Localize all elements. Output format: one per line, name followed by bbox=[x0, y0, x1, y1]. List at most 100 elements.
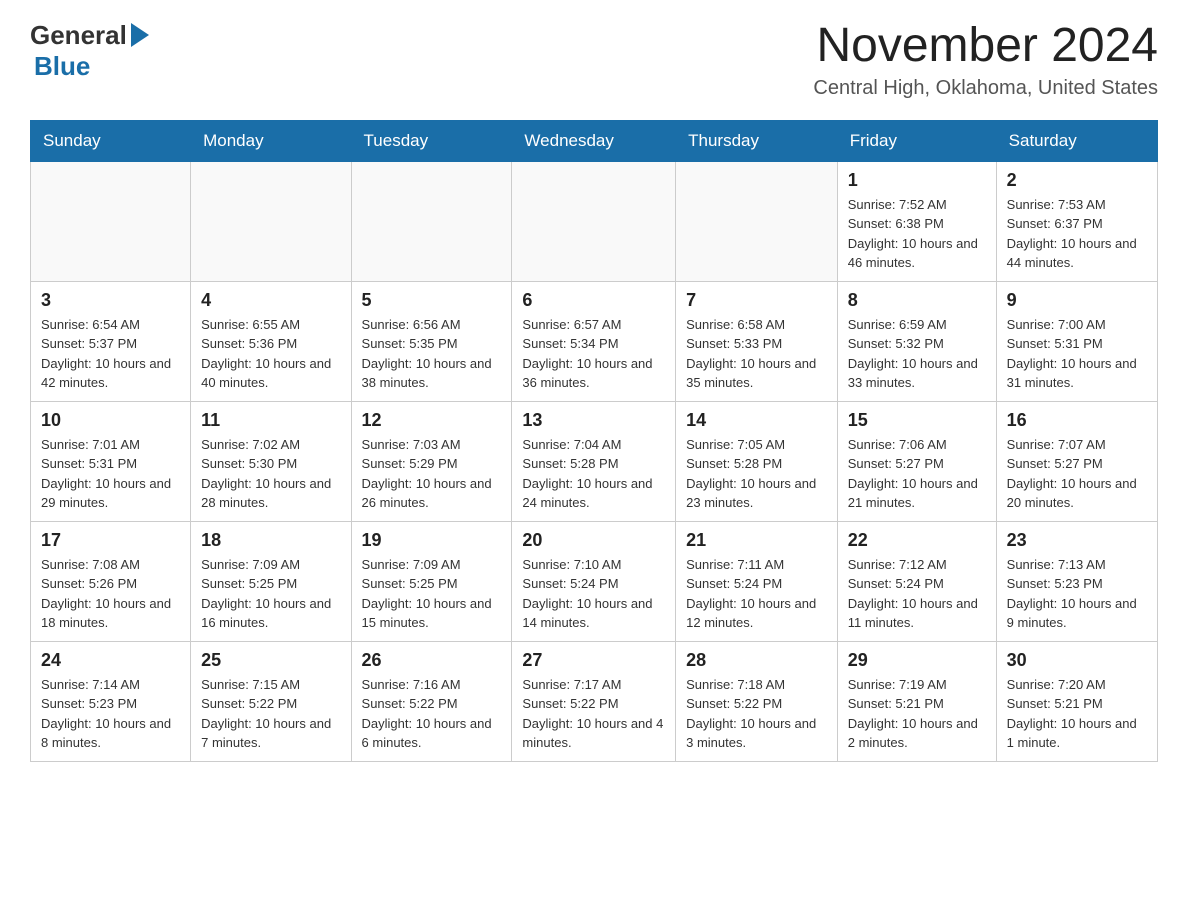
calendar-week-4: 17 Sunrise: 7:08 AMSunset: 5:26 PMDayligh… bbox=[31, 521, 1158, 641]
calendar-cell: 15Sunrise: 7:06 AMSunset: 5:27 PMDayligh… bbox=[837, 401, 996, 521]
day-header-monday: Monday bbox=[191, 120, 351, 161]
calendar-header-row: SundayMondayTuesdayWednesdayThursdayFrid… bbox=[31, 120, 1158, 161]
calendar-cell: 11 Sunrise: 7:02 AMSunset: 5:30 PMDayligh… bbox=[191, 401, 351, 521]
calendar-cell: 9 Sunrise: 7:00 AMSunset: 5:31 PMDaylight… bbox=[996, 281, 1157, 401]
day-info: Sunrise: 6:58 AMSunset: 5:33 PMDaylight:… bbox=[686, 315, 827, 393]
title-area: November 2024 Central High, Oklahoma, Un… bbox=[813, 20, 1158, 100]
day-number: 3 bbox=[41, 290, 180, 311]
day-info: Sunrise: 7:04 AMSunset: 5:28 PMDaylight:… bbox=[522, 435, 665, 513]
calendar-cell: 25 Sunrise: 7:15 AMSunset: 5:22 PMDayligh… bbox=[191, 641, 351, 761]
day-number: 17 bbox=[41, 530, 180, 551]
calendar-cell: 30Sunrise: 7:20 AMSunset: 5:21 PMDayligh… bbox=[996, 641, 1157, 761]
day-header-thursday: Thursday bbox=[676, 120, 838, 161]
calendar-week-1: 1 Sunrise: 7:52 AMSunset: 6:38 PMDaylight… bbox=[31, 161, 1158, 281]
day-info: Sunrise: 7:00 AMSunset: 5:31 PMDaylight:… bbox=[1007, 315, 1147, 393]
day-number: 28 bbox=[686, 650, 827, 671]
calendar-cell: 16 Sunrise: 7:07 AMSunset: 5:27 PMDayligh… bbox=[996, 401, 1157, 521]
calendar-cell bbox=[191, 161, 351, 281]
calendar-cell: 14Sunrise: 7:05 AMSunset: 5:28 PMDayligh… bbox=[676, 401, 838, 521]
day-number: 25 bbox=[201, 650, 340, 671]
calendar-cell: 8 Sunrise: 6:59 AMSunset: 5:32 PMDaylight… bbox=[837, 281, 996, 401]
day-number: 20 bbox=[522, 530, 665, 551]
calendar-cell: 21 Sunrise: 7:11 AMSunset: 5:24 PMDayligh… bbox=[676, 521, 838, 641]
day-info: Sunrise: 7:09 AMSunset: 5:25 PMDaylight:… bbox=[362, 555, 502, 633]
day-info: Sunrise: 7:19 AMSunset: 5:21 PMDaylight:… bbox=[848, 675, 986, 753]
day-number: 27 bbox=[522, 650, 665, 671]
day-number: 8 bbox=[848, 290, 986, 311]
day-number: 5 bbox=[362, 290, 502, 311]
location-text: Central High, Oklahoma, United States bbox=[813, 77, 1158, 100]
day-info: Sunrise: 6:56 AMSunset: 5:35 PMDaylight:… bbox=[362, 315, 502, 393]
day-header-sunday: Sunday bbox=[31, 120, 191, 161]
day-header-friday: Friday bbox=[837, 120, 996, 161]
day-number: 22 bbox=[848, 530, 986, 551]
day-info: Sunrise: 6:59 AMSunset: 5:32 PMDaylight:… bbox=[848, 315, 986, 393]
calendar-cell: 19Sunrise: 7:09 AMSunset: 5:25 PMDayligh… bbox=[351, 521, 512, 641]
calendar-table: SundayMondayTuesdayWednesdayThursdayFrid… bbox=[30, 120, 1158, 762]
calendar-cell: 6 Sunrise: 6:57 AMSunset: 5:34 PMDaylight… bbox=[512, 281, 676, 401]
calendar-cell: 12Sunrise: 7:03 AMSunset: 5:29 PMDayligh… bbox=[351, 401, 512, 521]
calendar-cell: 29 Sunrise: 7:19 AMSunset: 5:21 PMDayligh… bbox=[837, 641, 996, 761]
day-header-saturday: Saturday bbox=[996, 120, 1157, 161]
day-info: Sunrise: 7:17 AMSunset: 5:22 PMDaylight:… bbox=[522, 675, 665, 753]
calendar-week-3: 10Sunrise: 7:01 AMSunset: 5:31 PMDayligh… bbox=[31, 401, 1158, 521]
day-info: Sunrise: 7:08 AMSunset: 5:26 PMDaylight:… bbox=[41, 555, 180, 633]
logo-triangle-icon bbox=[131, 23, 149, 47]
day-number: 26 bbox=[362, 650, 502, 671]
day-number: 11 bbox=[201, 410, 340, 431]
calendar-cell bbox=[512, 161, 676, 281]
day-info: Sunrise: 7:11 AMSunset: 5:24 PMDaylight:… bbox=[686, 555, 827, 633]
day-info: Sunrise: 6:55 AMSunset: 5:36 PMDaylight:… bbox=[201, 315, 340, 393]
month-title: November 2024 bbox=[813, 20, 1158, 73]
day-number: 13 bbox=[522, 410, 665, 431]
calendar-cell: 23 Sunrise: 7:13 AMSunset: 5:23 PMDayligh… bbox=[996, 521, 1157, 641]
calendar-cell: 28 Sunrise: 7:18 AMSunset: 5:22 PMDayligh… bbox=[676, 641, 838, 761]
day-info: Sunrise: 7:09 AMSunset: 5:25 PMDaylight:… bbox=[201, 555, 340, 633]
day-number: 15 bbox=[848, 410, 986, 431]
calendar-week-5: 24Sunrise: 7:14 AMSunset: 5:23 PMDayligh… bbox=[31, 641, 1158, 761]
day-number: 16 bbox=[1007, 410, 1147, 431]
day-info: Sunrise: 7:52 AMSunset: 6:38 PMDaylight:… bbox=[848, 195, 986, 273]
calendar-cell: 18 Sunrise: 7:09 AMSunset: 5:25 PMDayligh… bbox=[191, 521, 351, 641]
logo-general-text: General bbox=[30, 20, 127, 51]
day-number: 6 bbox=[522, 290, 665, 311]
calendar-cell: 17 Sunrise: 7:08 AMSunset: 5:26 PMDayligh… bbox=[31, 521, 191, 641]
calendar-cell: 13 Sunrise: 7:04 AMSunset: 5:28 PMDayligh… bbox=[512, 401, 676, 521]
day-number: 21 bbox=[686, 530, 827, 551]
calendar-cell bbox=[351, 161, 512, 281]
day-header-wednesday: Wednesday bbox=[512, 120, 676, 161]
calendar-cell: 4Sunrise: 6:55 AMSunset: 5:36 PMDaylight… bbox=[191, 281, 351, 401]
day-number: 12 bbox=[362, 410, 502, 431]
page-header: General Blue November 2024 Central High,… bbox=[30, 20, 1158, 100]
calendar-week-2: 3 Sunrise: 6:54 AMSunset: 5:37 PMDaylight… bbox=[31, 281, 1158, 401]
calendar-cell: 10Sunrise: 7:01 AMSunset: 5:31 PMDayligh… bbox=[31, 401, 191, 521]
day-number: 1 bbox=[848, 170, 986, 191]
calendar-cell: 3 Sunrise: 6:54 AMSunset: 5:37 PMDaylight… bbox=[31, 281, 191, 401]
calendar-cell: 22 Sunrise: 7:12 AMSunset: 5:24 PMDayligh… bbox=[837, 521, 996, 641]
calendar-cell: 24Sunrise: 7:14 AMSunset: 5:23 PMDayligh… bbox=[31, 641, 191, 761]
day-number: 29 bbox=[848, 650, 986, 671]
day-info: Sunrise: 7:13 AMSunset: 5:23 PMDaylight:… bbox=[1007, 555, 1147, 633]
calendar-cell: 7 Sunrise: 6:58 AMSunset: 5:33 PMDaylight… bbox=[676, 281, 838, 401]
day-info: Sunrise: 7:15 AMSunset: 5:22 PMDaylight:… bbox=[201, 675, 340, 753]
day-header-tuesday: Tuesday bbox=[351, 120, 512, 161]
day-info: Sunrise: 7:16 AMSunset: 5:22 PMDaylight:… bbox=[362, 675, 502, 753]
day-info: Sunrise: 7:05 AMSunset: 5:28 PMDaylight:… bbox=[686, 435, 827, 513]
day-info: Sunrise: 7:10 AMSunset: 5:24 PMDaylight:… bbox=[522, 555, 665, 633]
calendar-cell bbox=[676, 161, 838, 281]
logo: General Blue bbox=[30, 20, 149, 82]
day-info: Sunrise: 6:54 AMSunset: 5:37 PMDaylight:… bbox=[41, 315, 180, 393]
logo-blue-text: Blue bbox=[34, 51, 90, 81]
day-info: Sunrise: 6:57 AMSunset: 5:34 PMDaylight:… bbox=[522, 315, 665, 393]
day-info: Sunrise: 7:07 AMSunset: 5:27 PMDaylight:… bbox=[1007, 435, 1147, 513]
day-number: 30 bbox=[1007, 650, 1147, 671]
day-number: 9 bbox=[1007, 290, 1147, 311]
day-info: Sunrise: 7:02 AMSunset: 5:30 PMDaylight:… bbox=[201, 435, 340, 513]
day-number: 7 bbox=[686, 290, 827, 311]
day-number: 23 bbox=[1007, 530, 1147, 551]
day-info: Sunrise: 7:18 AMSunset: 5:22 PMDaylight:… bbox=[686, 675, 827, 753]
day-number: 2 bbox=[1007, 170, 1147, 191]
calendar-cell: 27 Sunrise: 7:17 AMSunset: 5:22 PMDayligh… bbox=[512, 641, 676, 761]
day-info: Sunrise: 7:12 AMSunset: 5:24 PMDaylight:… bbox=[848, 555, 986, 633]
day-number: 18 bbox=[201, 530, 340, 551]
